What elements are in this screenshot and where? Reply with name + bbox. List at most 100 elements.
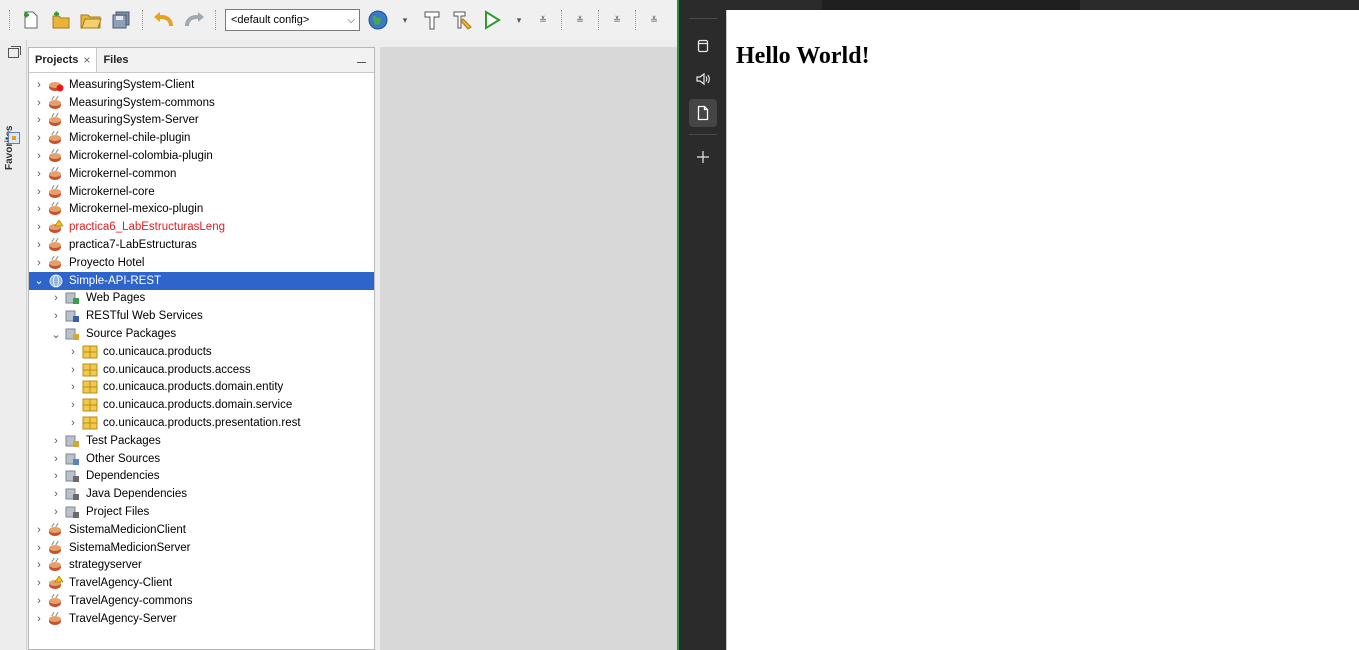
java-dependencies-folder-icon xyxy=(65,487,81,501)
chevron-right-icon[interactable]: › xyxy=(32,150,46,162)
chevron-down-icon[interactable]: ⌄ xyxy=(32,274,46,287)
chevron-right-icon[interactable]: › xyxy=(66,399,80,411)
tab-projects[interactable]: Projects × xyxy=(29,48,98,72)
chevron-right-icon[interactable]: › xyxy=(32,577,46,589)
tree-item[interactable]: › MeasuringSystem-commons xyxy=(29,94,374,112)
tree-item[interactable]: › Project Files xyxy=(29,503,374,521)
tree-item[interactable]: › strategyserver xyxy=(29,557,374,575)
overflow-chevron-icon[interactable]: ≚ xyxy=(534,15,552,26)
overflow-chevron-icon[interactable]: ≚ xyxy=(645,15,663,26)
chevron-right-icon[interactable]: › xyxy=(66,417,80,429)
new-project-icon[interactable] xyxy=(49,8,73,32)
tree-item[interactable]: ⌄ Simple-API-REST xyxy=(29,271,374,290)
new-file-icon[interactable] xyxy=(19,8,43,32)
maven-project-icon xyxy=(48,131,64,145)
panel-tab-bar: Projects × Files xyxy=(29,48,374,73)
minimize-icon[interactable] xyxy=(357,53,366,63)
tree-item[interactable]: › Test Packages xyxy=(29,432,374,450)
chevron-right-icon[interactable]: › xyxy=(66,346,80,358)
globe-dropdown-icon[interactable]: ▾ xyxy=(396,15,414,26)
tree-item[interactable]: › TravelAgency-commons xyxy=(29,592,374,610)
tree-item[interactable]: › Proyecto Hotel xyxy=(29,254,374,272)
tree-item[interactable]: › TravelAgency-Client xyxy=(29,574,374,592)
project-warning-icon xyxy=(48,576,64,590)
tree-item[interactable]: › Web Pages xyxy=(29,290,374,308)
tree-item[interactable]: › MeasuringSystem-Client xyxy=(29,76,374,94)
tree-item[interactable]: › TravelAgency-Server xyxy=(29,610,374,628)
chevron-right-icon[interactable]: › xyxy=(49,292,63,304)
chevron-right-icon[interactable]: › xyxy=(32,186,46,198)
chevron-right-icon[interactable]: › xyxy=(32,132,46,144)
chevron-right-icon[interactable]: › xyxy=(32,542,46,554)
browser-tab[interactable] xyxy=(822,0,1080,10)
tree-item[interactable]: › Dependencies xyxy=(29,468,374,486)
tree-item[interactable]: › Java Dependencies xyxy=(29,485,374,503)
tree-item[interactable]: › co.unicauca.products.access xyxy=(29,361,374,379)
tree-item[interactable]: › practica7-LabEstructuras xyxy=(29,236,374,254)
chevron-down-icon[interactable]: ⌄ xyxy=(49,328,63,341)
globe-icon[interactable] xyxy=(366,8,390,32)
ide-window: <default config> ⌵ ▾ ▾ ≚ ≚ ≚ ≚ Favorites xyxy=(0,0,678,650)
run-dropdown-icon[interactable]: ▾ xyxy=(510,15,528,26)
open-project-icon[interactable] xyxy=(79,8,103,32)
tree-item[interactable]: › co.unicauca.products.domain.service xyxy=(29,396,374,414)
toolbar-separator xyxy=(9,10,10,30)
chevron-right-icon[interactable]: › xyxy=(32,221,46,233)
tree-item[interactable]: › Microkernel-colombia-plugin xyxy=(29,147,374,165)
chevron-right-icon[interactable]: › xyxy=(32,79,46,91)
overflow-chevron-icon[interactable]: ≚ xyxy=(608,15,626,26)
run-icon[interactable] xyxy=(480,8,504,32)
chevron-right-icon[interactable]: › xyxy=(32,114,46,126)
tree-item[interactable]: › MeasuringSystem-Server xyxy=(29,112,374,130)
clean-build-icon[interactable] xyxy=(450,8,474,32)
chevron-right-icon[interactable]: › xyxy=(49,488,63,500)
tree-item[interactable]: › Microkernel-mexico-plugin xyxy=(29,201,374,219)
undo-icon[interactable] xyxy=(152,8,176,32)
chevron-right-icon[interactable]: › xyxy=(32,559,46,571)
tree-item[interactable]: › SistemaMedicionClient xyxy=(29,521,374,539)
sidebar-page-button[interactable] xyxy=(689,99,717,127)
save-all-icon[interactable] xyxy=(109,8,133,32)
chevron-right-icon[interactable]: › xyxy=(32,613,46,625)
sidebar-add-button[interactable] xyxy=(689,143,717,171)
tree-item[interactable]: › Microkernel-core xyxy=(29,183,374,201)
tree-item[interactable]: › SistemaMedicionServer xyxy=(29,539,374,557)
favorites-icon[interactable] xyxy=(8,132,20,144)
package-icon xyxy=(82,345,98,359)
chevron-right-icon[interactable]: › xyxy=(49,310,63,322)
tree-item[interactable]: › Microkernel-common xyxy=(29,165,374,183)
projects-panel: Projects × Files › MeasuringSystem-Client… xyxy=(28,47,375,650)
chevron-right-icon[interactable]: › xyxy=(49,470,63,482)
chevron-right-icon[interactable]: › xyxy=(32,257,46,269)
chevron-right-icon[interactable]: › xyxy=(32,168,46,180)
chevron-right-icon[interactable]: › xyxy=(49,453,63,465)
chevron-right-icon[interactable]: › xyxy=(32,203,46,215)
redo-icon[interactable] xyxy=(182,8,206,32)
tree-item[interactable]: › RESTful Web Services xyxy=(29,307,374,325)
chevron-right-icon[interactable]: › xyxy=(66,381,80,393)
chevron-right-icon[interactable]: › xyxy=(49,435,63,447)
tree-item[interactable]: › Microkernel-chile-plugin xyxy=(29,129,374,147)
overflow-chevron-icon[interactable]: ≚ xyxy=(571,15,589,26)
tree-item[interactable]: › co.unicauca.products.presentation.rest xyxy=(29,414,374,432)
tree-item[interactable]: › co.unicauca.products.domain.entity xyxy=(29,379,374,397)
chevron-right-icon[interactable]: › xyxy=(32,97,46,109)
sidebar-audio-button[interactable] xyxy=(689,65,717,93)
tree-item[interactable]: ⌄ Source Packages xyxy=(29,325,374,343)
build-hammer-icon[interactable] xyxy=(420,8,444,32)
chevron-right-icon[interactable]: › xyxy=(32,595,46,607)
plus-icon xyxy=(697,151,709,163)
chevron-right-icon[interactable]: › xyxy=(32,524,46,536)
config-dropdown[interactable]: <default config> ⌵ xyxy=(225,9,360,31)
tree-item[interactable]: › practica6_LabEstructurasLeng xyxy=(29,218,374,236)
chevron-right-icon[interactable]: › xyxy=(66,364,80,376)
chevron-right-icon[interactable]: › xyxy=(49,506,63,518)
tree-item[interactable]: › co.unicauca.products xyxy=(29,343,374,361)
tab-files[interactable]: Files xyxy=(97,48,134,72)
restore-window-icon[interactable] xyxy=(8,46,21,58)
close-icon[interactable]: × xyxy=(83,53,90,67)
chevron-right-icon[interactable]: › xyxy=(32,239,46,251)
maven-project-icon xyxy=(48,540,64,555)
sidebar-tabs-button[interactable] xyxy=(689,32,717,60)
tree-item[interactable]: › Other Sources xyxy=(29,450,374,468)
